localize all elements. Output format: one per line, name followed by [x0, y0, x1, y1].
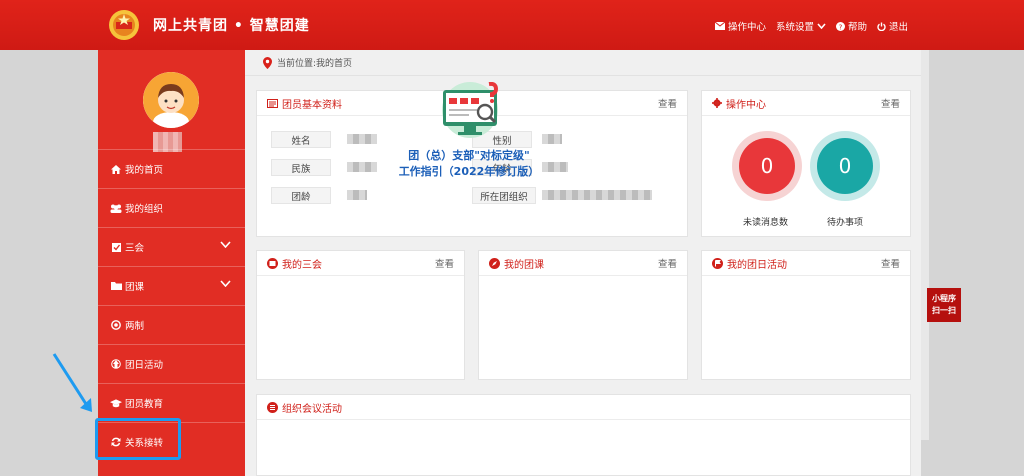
envelope-icon — [714, 22, 725, 30]
help-icon: ? — [835, 21, 845, 31]
ops-center-link[interactable]: 操作中心 — [714, 19, 766, 33]
gear-icon — [712, 98, 722, 108]
avatar — [143, 72, 199, 128]
league-age-label: 团龄 — [271, 187, 331, 204]
lessons-panel: 我的团课 查看 — [478, 250, 688, 380]
org-value-blurred — [542, 190, 652, 200]
location-pin-icon — [263, 56, 272, 69]
calendar-icon — [267, 257, 278, 269]
sidebar-item-two-systems[interactable]: 两制 — [98, 305, 245, 344]
sidebar-item-member-education[interactable]: 团员教育 — [98, 383, 245, 422]
age-value-blurred — [542, 162, 568, 172]
mini-program-badge[interactable]: 小程序 扫一扫 — [927, 288, 961, 322]
brand-title: 网上共青团 • 智慧团建 — [153, 18, 310, 34]
system-settings-link[interactable]: 系统设置 — [776, 19, 826, 33]
home-icon — [110, 164, 122, 174]
ops-more-link[interactable]: 查看 — [881, 96, 900, 110]
target-icon — [110, 320, 122, 330]
pointer-arrow-icon — [52, 353, 92, 412]
org-label: 所在团组织 — [472, 187, 536, 204]
sidebar-item-league-day[interactable]: 团日活动 — [98, 344, 245, 383]
name-value-blurred — [347, 134, 377, 144]
logout-link[interactable]: 退出 — [877, 19, 908, 33]
folder-icon — [110, 281, 122, 291]
org-meetings-panel-header: 组织会议活动 — [257, 395, 910, 420]
help-link[interactable]: ? 帮助 — [835, 19, 867, 33]
sidebar-item-three-meetings[interactable]: 三会 — [98, 227, 245, 266]
svg-text:?: ? — [839, 23, 843, 31]
flag-icon — [712, 257, 723, 269]
sidebar-item-league-lessons[interactable]: 团课 — [98, 266, 245, 305]
sidebar-menu: 我的首页 我的组织 三会 团课 两制 团日活动 团员教育 关系接转 — [98, 149, 245, 461]
sidebar: 我的首页 我的组织 三会 团课 两制 团日活动 团员教育 关系接转 — [98, 50, 245, 476]
ops-panel-header: 操作中心 查看 — [702, 91, 910, 116]
lessons-panel-header: 我的团课 查看 — [479, 251, 687, 276]
league-logo-icon — [109, 10, 139, 40]
chevron-down-icon — [220, 280, 231, 287]
gender-value-blurred — [542, 134, 562, 144]
sidebar-item-my-org[interactable]: 我的组织 — [98, 188, 245, 227]
sidebar-item-home[interactable]: 我的首页 — [98, 149, 245, 188]
chevron-down-icon — [220, 241, 231, 248]
activities-panel-header: 我的团日活动 查看 — [702, 251, 910, 276]
todo-label: 待办事项 — [827, 218, 864, 228]
scrollbar[interactable] — [921, 50, 929, 440]
breadcrumb: 当前位置:我的首页 — [245, 50, 921, 76]
unread-messages-badge[interactable]: 0 — [732, 131, 802, 201]
id-card-icon — [267, 98, 278, 108]
chevron-down-icon — [817, 23, 826, 29]
guide-popup-text: 团（总）支部"对标定级" 工作指引（2022年修订版） — [398, 149, 540, 178]
todo-count: 0 — [817, 138, 873, 194]
profile-more-link[interactable]: 查看 — [658, 96, 677, 110]
ethnicity-value-blurred — [347, 162, 377, 172]
recycle-icon — [110, 359, 122, 369]
avatar-illustration-icon — [143, 72, 199, 128]
unread-count: 0 — [739, 138, 795, 194]
meetings-more-link[interactable]: 查看 — [435, 256, 454, 270]
guide-popup[interactable]: 团（总）支部"对标定级" 工作指引（2022年修订版） — [396, 82, 542, 186]
lessons-more-link[interactable]: 查看 — [658, 256, 677, 270]
ops-panel: 操作中心 查看 0 0 未读消息数 待办事项 — [701, 90, 911, 237]
guide-monitor-icon — [442, 82, 499, 138]
name-label: 姓名 — [271, 131, 331, 148]
activities-panel: 我的团日活动 查看 — [701, 250, 911, 380]
top-nav: 操作中心 系统设置 ? 帮助 退出 — [714, 19, 908, 33]
compass-icon — [489, 257, 500, 269]
league-age-value-blurred — [347, 190, 367, 200]
power-icon — [877, 22, 886, 31]
ethnicity-label: 民族 — [271, 159, 331, 176]
users-icon — [110, 203, 122, 213]
checkbox-icon — [110, 242, 122, 252]
list-icon — [267, 401, 278, 413]
meetings-panel-header: 我的三会 查看 — [257, 251, 464, 276]
top-header: 网上共青团 • 智慧团建 操作中心 系统设置 ? 帮助 退出 — [0, 0, 1024, 50]
activities-more-link[interactable]: 查看 — [881, 256, 900, 270]
unread-label: 未读消息数 — [743, 218, 789, 228]
highlight-box — [95, 418, 181, 460]
meetings-panel: 我的三会 查看 — [256, 250, 465, 380]
org-meetings-panel: 组织会议活动 — [256, 394, 911, 476]
graduation-cap-icon — [110, 398, 122, 408]
todo-badge[interactable]: 0 — [810, 131, 880, 201]
